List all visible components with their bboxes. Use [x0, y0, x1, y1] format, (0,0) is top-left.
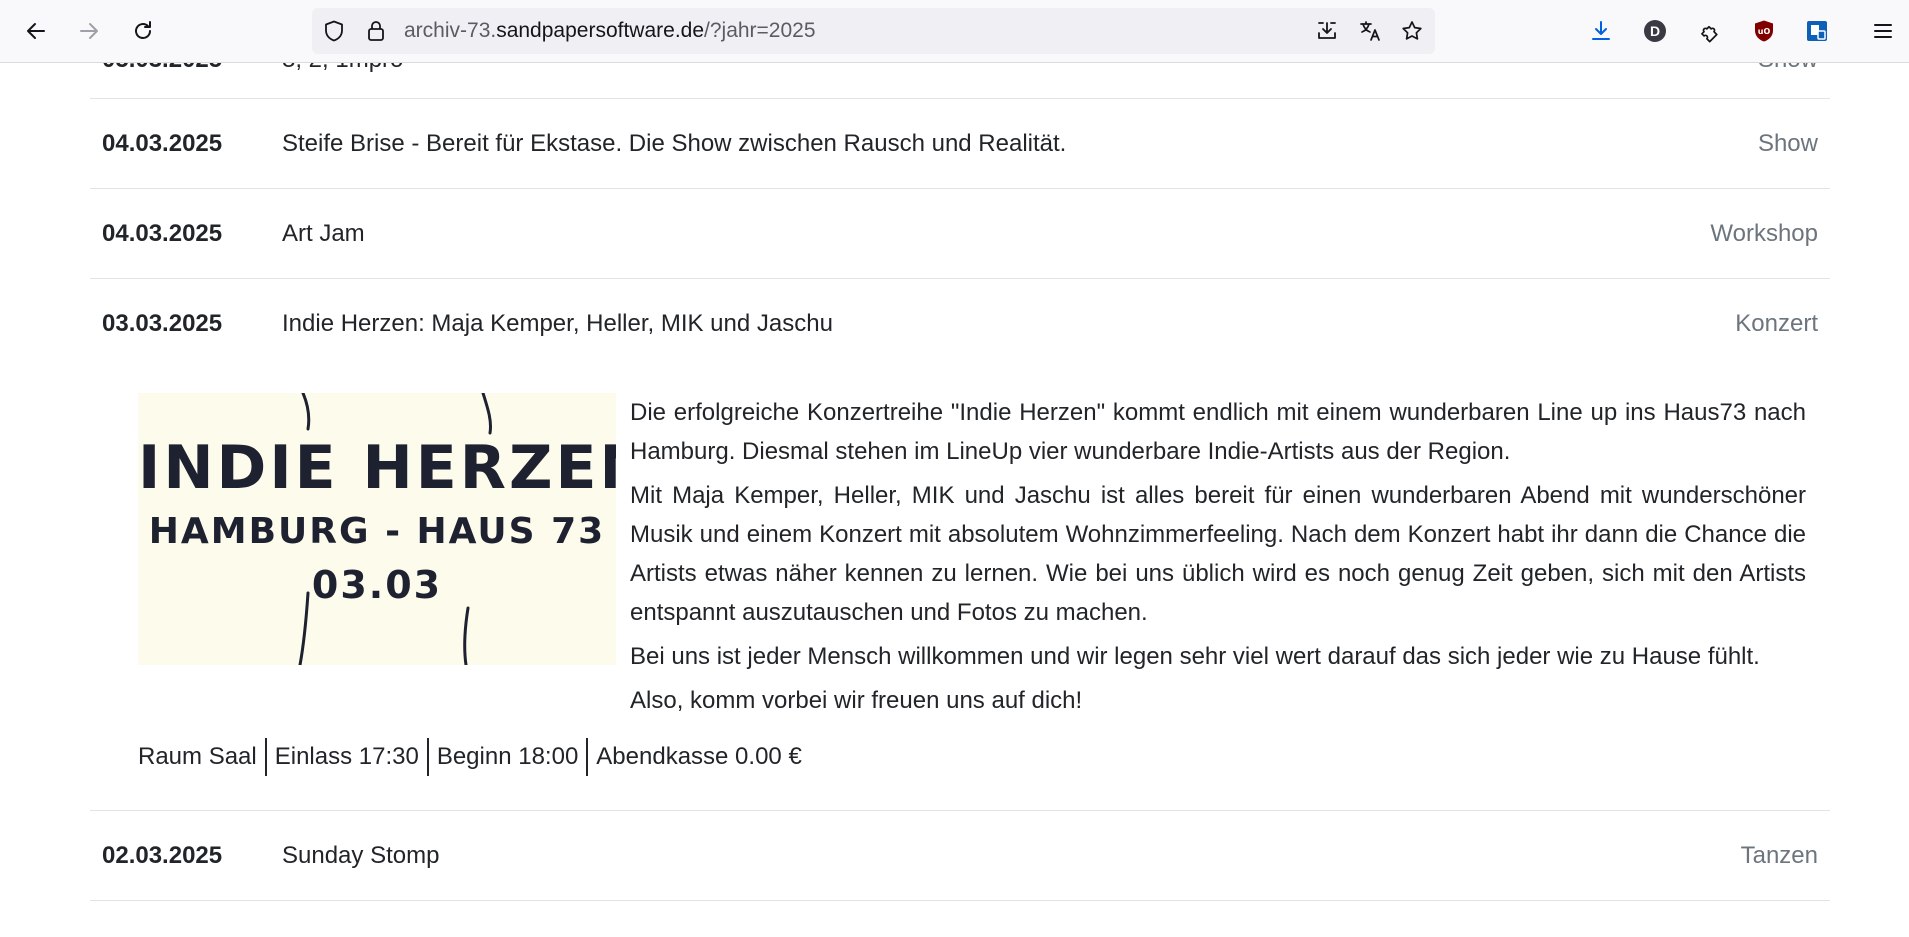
bookmark-star-icon[interactable]: [1400, 19, 1424, 43]
ublock-button[interactable]: uO: [1745, 12, 1783, 50]
save-page-icon[interactable]: [1315, 19, 1339, 43]
avatar-letter: D: [1649, 23, 1661, 39]
description-paragraph: Die erfolgreiche Konzertreihe "Indie Her…: [630, 399, 1806, 465]
poster-date: 03.03: [311, 563, 443, 607]
event-category: Tanzen: [1740, 842, 1818, 869]
url-text[interactable]: archiv-73.sandpapersoftware.de/?jahr=202…: [404, 8, 816, 54]
shield-icon[interactable]: [322, 19, 346, 43]
description-paragraph: Also, komm vorbei wir freuen uns auf dic…: [630, 687, 1083, 714]
event-admission: Einlass 17:30: [274, 743, 419, 770]
browser-toolbar: archiv-73.sandpapersoftware.de/?jahr=202…: [0, 0, 1909, 63]
event-category: Show: [1757, 130, 1818, 157]
event-date: 02.03.2025: [102, 842, 223, 869]
puzzle-icon: [1701, 25, 1718, 43]
event-poster: INDIE HERZEN HAMBURG - HAUS 73 03.03: [138, 393, 616, 665]
event-title: Indie Herzen: Maja Kemper, Heller, MIK u…: [282, 310, 833, 337]
event-meta: Raum Saal Einlass 17:30 Beginn 18:00 Abe…: [138, 737, 810, 777]
password-manager-icon: [1807, 21, 1827, 41]
translate-icon[interactable]: [1358, 19, 1382, 43]
event-title: Steife Brise - Bereit für Ekstase. Die S…: [282, 130, 1067, 157]
password-manager-button[interactable]: [1798, 12, 1836, 50]
event-date: 04.03.2025: [102, 220, 223, 247]
arrow-left-icon: [27, 23, 45, 39]
url-prefix: archiv-73.: [404, 19, 497, 42]
poster-location: HAMBURG - HAUS 73: [148, 511, 606, 552]
back-button[interactable]: [17, 12, 55, 50]
event-date: 03.03.2025: [102, 310, 223, 337]
reload-icon: [135, 21, 151, 39]
forward-button[interactable]: [70, 12, 108, 50]
event-row[interactable]: 04.03.2025 Steife Brise - Bereit für Eks…: [90, 99, 1830, 189]
event-description: Die erfolgreiche Konzertreihe "Indie Her…: [630, 393, 1806, 725]
event-row-expanded[interactable]: 03.03.2025 Indie Herzen: Maja Kemper, He…: [90, 279, 1830, 369]
extensions-button[interactable]: [1690, 12, 1728, 50]
event-box-office: Abendkasse 0.00 €: [596, 743, 802, 770]
download-icon: [1592, 21, 1610, 40]
poster-title: INDIE HERZEN: [138, 433, 616, 503]
menu-button[interactable]: [1864, 12, 1902, 50]
event-room: Raum Saal: [138, 743, 257, 770]
event-date: 04.03.2025: [102, 130, 223, 157]
event-category: Konzert: [1735, 310, 1818, 337]
event-title: Sunday Stomp: [282, 842, 440, 869]
event-category: Workshop: [1710, 220, 1818, 247]
lock-icon[interactable]: [364, 19, 388, 43]
event-details: INDIE HERZEN HAMBURG - HAUS 73 03.03 Die…: [90, 369, 1830, 811]
address-bar[interactable]: archiv-73.sandpapersoftware.de/?jahr=202…: [312, 8, 1435, 54]
event-row[interactable]: 04.03.2025 Art Jam Workshop: [90, 189, 1830, 279]
ublock-shield-icon: uO: [1755, 20, 1773, 42]
svg-text:uO: uO: [1758, 27, 1771, 36]
url-path: /?jahr=2025: [704, 19, 816, 42]
url-domain: sandpapersoftware.de: [496, 19, 705, 42]
description-paragraph: Bei uns ist jeder Mensch willkommen und …: [630, 643, 1760, 670]
reload-button[interactable]: [124, 12, 162, 50]
event-row[interactable]: 02.03.2025 Sunday Stomp Tanzen: [90, 811, 1830, 901]
hamburger-menu-icon: [1874, 24, 1892, 38]
account-button[interactable]: D: [1636, 12, 1674, 50]
downloads-button[interactable]: [1582, 12, 1620, 50]
event-list: 05.03.2025 3, 2, 1mpro Show 04.03.2025 S…: [90, 40, 1830, 901]
event-title: Art Jam: [282, 220, 365, 247]
event-start: Beginn 18:00: [436, 743, 579, 770]
description-paragraph: Mit Maja Kemper, Heller, MIK und Jaschu …: [630, 482, 1806, 626]
arrow-right-icon: [80, 23, 98, 39]
